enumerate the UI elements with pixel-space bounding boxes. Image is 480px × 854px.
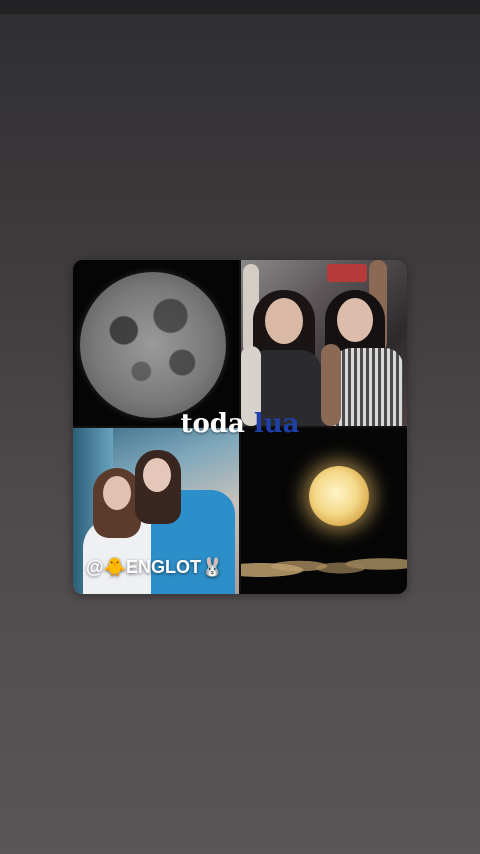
title-word-toda: toda	[180, 409, 245, 439]
background-sign	[327, 264, 367, 282]
person-face	[143, 458, 171, 492]
glowing-moon-icon	[309, 466, 369, 526]
person-face	[265, 298, 303, 344]
person-face	[337, 298, 373, 342]
two-women-photo	[241, 260, 407, 426]
username-watermark: @🐥ENGLOT🐰	[86, 557, 224, 577]
glowing-moon-clouds-photo	[241, 428, 407, 594]
story-title[interactable]: toda lua	[73, 408, 407, 440]
clouds	[241, 546, 407, 586]
person-face	[103, 476, 131, 510]
moon-icon	[80, 272, 226, 418]
title-word-lua: lua	[253, 409, 300, 439]
status-bar	[0, 0, 480, 14]
full-moon-photo	[73, 260, 239, 426]
